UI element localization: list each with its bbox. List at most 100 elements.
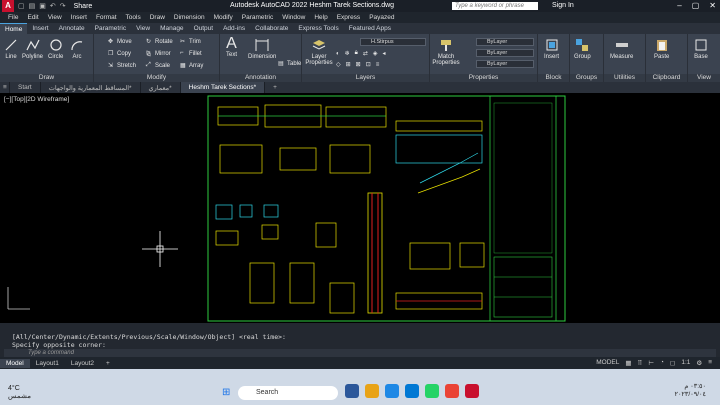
doc-tab-sections[interactable]: Heshm Tarek Sections* [180, 82, 266, 93]
layer-dropdown[interactable]: H.Stirpus [360, 38, 426, 46]
mirror-button[interactable]: ⧎ Mirror [146, 50, 171, 58]
customize-icon[interactable]: ≡ [708, 359, 712, 367]
autocad-logo[interactable]: A [2, 0, 14, 12]
clipboard-panel-title[interactable]: Clipboard [646, 74, 687, 82]
tab-layout1[interactable]: Layout1 [30, 359, 65, 368]
windows-start-icon[interactable]: ⊞ [222, 387, 230, 398]
layer-prev-icon[interactable]: ◂ [383, 50, 386, 57]
dimension-button[interactable]: Dimension [248, 38, 276, 60]
layer-copy-icon[interactable]: ⊡ [366, 61, 371, 68]
color-dropdown[interactable]: ByLayer [476, 38, 534, 46]
drawing-canvas[interactable]: [−][Top][2D Wireframe] [0, 93, 720, 323]
annotation-panel-title[interactable]: Annotation [220, 74, 301, 82]
text-button[interactable]: A Text [226, 36, 237, 59]
draw-panel-title[interactable]: Draw [0, 74, 93, 82]
open-icon[interactable]: ▤ [29, 2, 36, 10]
tab-parametric[interactable]: Parametric [90, 23, 131, 34]
help-search-input[interactable]: Type a keyword or phrase [452, 2, 538, 10]
redo-icon[interactable]: ↷ [60, 2, 66, 10]
menu-item[interactable]: Modify [214, 14, 233, 21]
rotate-button[interactable]: ↻ Rotate [146, 38, 173, 46]
insert-block-button[interactable]: Insert [544, 38, 559, 60]
layer-delete-icon[interactable]: ⊠ [356, 61, 361, 68]
utilities-panel-title[interactable]: Utilities [604, 74, 645, 82]
group-button[interactable]: Group [574, 38, 591, 60]
move-button[interactable]: ✥ Move [108, 38, 132, 46]
menu-item[interactable]: Edit [27, 14, 38, 21]
file-explorer-icon[interactable] [345, 384, 359, 398]
osnap-icon[interactable]: ◻ [670, 359, 675, 367]
model-space-toggle[interactable]: MODEL [596, 359, 619, 367]
table-button[interactable]: ▤ Table [278, 60, 301, 68]
linetype-dropdown[interactable]: ByLayer [476, 49, 534, 57]
layer-walk-icon[interactable]: ◇ [336, 61, 341, 68]
menu-item[interactable]: File [8, 14, 18, 21]
layer-merge-icon[interactable]: ⊞ [346, 61, 351, 68]
block-panel-title[interactable]: Block [538, 74, 569, 82]
command-input[interactable]: Type a command [4, 349, 716, 357]
add-layout-icon[interactable]: + [100, 359, 116, 368]
tab-home[interactable]: Home [0, 23, 28, 34]
autocad-taskbar-icon[interactable] [465, 384, 479, 398]
minimize-icon[interactable]: – [677, 1, 681, 10]
properties-panel-title[interactable]: Properties [430, 74, 537, 82]
base-view-button[interactable]: Base [694, 38, 708, 60]
whatsapp-icon[interactable] [425, 384, 439, 398]
chrome-icon[interactable] [445, 384, 459, 398]
tab-annotate[interactable]: Annotate [54, 23, 90, 34]
edge-icon[interactable] [385, 384, 399, 398]
ortho-icon[interactable]: ⊢ [648, 359, 654, 367]
modify-panel-title[interactable]: Modify [94, 74, 219, 82]
tab-layout2[interactable]: Layout2 [65, 359, 100, 368]
app-menu-icon[interactable]: ≡ [0, 82, 10, 93]
paste-button[interactable]: Paste [654, 38, 669, 60]
menu-item[interactable]: Parametric [242, 14, 273, 21]
taskbar-search[interactable]: Search [238, 386, 338, 400]
tab-manage[interactable]: Manage [155, 23, 189, 34]
layer-off-icon[interactable]: ◐ [336, 51, 340, 57]
annotation-scale[interactable]: 1:1 [681, 359, 690, 367]
polar-icon[interactable]: ◔ [660, 359, 664, 367]
menu-item[interactable]: Help [314, 14, 327, 21]
sign-in-button[interactable]: Sign In [552, 2, 574, 9]
match-properties-button[interactable]: Match Properties [432, 38, 460, 66]
arc-button[interactable]: Arc [70, 38, 84, 60]
layer-iso-icon[interactable]: ◈ [373, 50, 378, 57]
menu-item[interactable]: Window [282, 14, 305, 21]
layer-lock-icon[interactable]: 🔒︎ [355, 50, 358, 57]
menu-item[interactable]: Express [337, 14, 360, 21]
copy-button[interactable]: ❐ Copy [108, 50, 131, 58]
layer-properties-button[interactable]: Layer Properties [305, 38, 333, 66]
menu-item[interactable]: Draw [150, 14, 165, 21]
menu-item[interactable]: Tools [126, 14, 141, 21]
tab-insert[interactable]: Insert [27, 23, 53, 34]
snap-icon[interactable]: ⠿ [638, 359, 643, 367]
menu-item[interactable]: Dimension [174, 14, 205, 21]
tab-output[interactable]: Output [189, 23, 219, 34]
store-icon[interactable] [405, 384, 419, 398]
menu-item[interactable]: Format [96, 14, 117, 21]
layer-freeze-icon[interactable]: ❄ [345, 50, 350, 57]
grid-icon[interactable]: ▦ [625, 359, 631, 367]
close-icon[interactable]: ✕ [709, 1, 716, 10]
undo-icon[interactable]: ↶ [50, 2, 56, 10]
tab-express-tools[interactable]: Express Tools [293, 23, 343, 34]
layer-match-icon[interactable]: ⇄ [363, 50, 368, 57]
line-button[interactable]: Line [4, 38, 18, 60]
circle-button[interactable]: Circle [48, 38, 63, 60]
measure-button[interactable]: Measure [610, 38, 633, 60]
layer-state-icon[interactable]: ≡ [376, 62, 380, 68]
scale-button[interactable]: ⤢ Scale [146, 62, 170, 69]
doc-tab-architectural[interactable]: معماري* [141, 82, 181, 93]
new-tab-icon[interactable]: + [265, 82, 285, 93]
view-panel-title[interactable]: View [688, 74, 720, 82]
new-icon[interactable]: ▢ [18, 2, 25, 10]
folder-icon[interactable] [365, 384, 379, 398]
trim-button[interactable]: ✂ Trim [180, 38, 201, 46]
groups-panel-title[interactable]: Groups [570, 74, 603, 82]
tab-view[interactable]: View [131, 23, 155, 34]
layers-panel-title[interactable]: Layers [302, 74, 429, 82]
menu-item[interactable]: Payazed [369, 14, 394, 21]
tab-collaborate[interactable]: Collaborate [250, 23, 293, 34]
settings-icon[interactable]: ⚙ [696, 359, 702, 367]
